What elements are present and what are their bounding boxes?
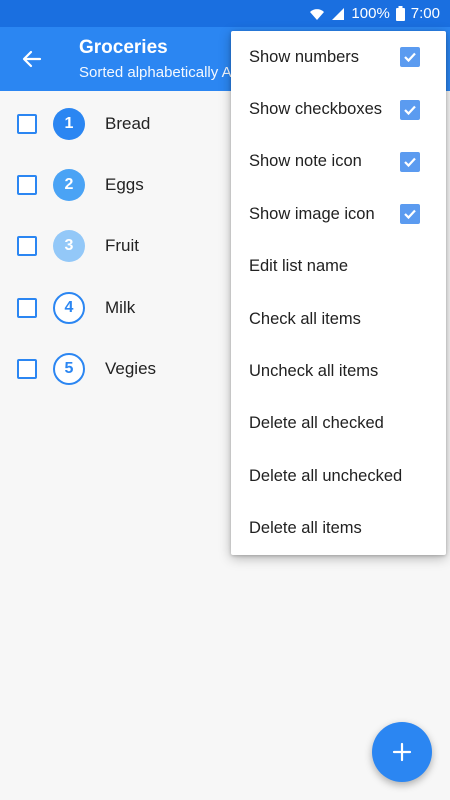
arrow-left-icon — [22, 50, 42, 68]
menu-item-delete-all[interactable]: Delete all items — [231, 503, 446, 555]
menu-item-show-numbers[interactable]: Show numbers — [231, 31, 446, 83]
wifi-icon — [309, 7, 325, 21]
item-checkbox[interactable] — [17, 236, 37, 257]
checkbox-checked-icon[interactable] — [400, 99, 420, 120]
menu-item-delete-checked[interactable]: Delete all checked — [231, 398, 446, 450]
clock: 7:00 — [410, 5, 440, 22]
item-label: Bread — [105, 113, 151, 133]
menu-item-label: Show note icon — [249, 152, 362, 171]
menu-item-label: Delete all unchecked — [249, 466, 403, 485]
item-checkbox[interactable] — [17, 175, 37, 196]
menu-item-edit-list-name[interactable]: Edit list name — [231, 241, 446, 293]
item-number-badge: 5 — [53, 353, 85, 386]
menu-item-label: Edit list name — [249, 257, 349, 276]
item-checkbox[interactable] — [17, 359, 37, 380]
page-subtitle: Sorted alphabetically A — [79, 64, 232, 81]
menu-item-label: Delete all items — [249, 519, 362, 538]
item-number-badge: 1 — [53, 107, 85, 140]
item-label: Vegies — [105, 359, 157, 379]
menu-item-label: Uncheck all items — [249, 362, 379, 381]
menu-item-show-checkboxes[interactable]: Show checkboxes — [231, 83, 446, 135]
menu-item-show-image-icon[interactable]: Show image icon — [231, 188, 446, 240]
menu-item-label: Show checkboxes — [249, 100, 382, 119]
item-checkbox[interactable] — [17, 113, 37, 134]
menu-item-delete-unchecked[interactable]: Delete all unchecked — [231, 450, 446, 502]
checkbox-checked-icon[interactable] — [400, 204, 420, 225]
menu-item-label: Check all items — [249, 309, 361, 328]
menu-item-label: Show image icon — [249, 204, 375, 223]
item-number-badge: 3 — [53, 230, 85, 263]
item-number-badge: 4 — [53, 291, 85, 324]
item-label: Fruit — [105, 236, 139, 256]
menu-item-uncheck-all[interactable]: Uncheck all items — [231, 345, 446, 397]
menu-item-label: Show numbers — [249, 47, 360, 66]
menu-item-label: Delete all checked — [249, 414, 384, 433]
overflow-menu: Show numbers Show checkboxes Show note i… — [231, 31, 446, 555]
menu-item-check-all[interactable]: Check all items — [231, 293, 446, 345]
item-label: Eggs — [105, 175, 144, 195]
back-button[interactable] — [16, 43, 48, 75]
battery-percent: 100% — [351, 5, 390, 22]
page-title: Groceries — [79, 37, 168, 58]
status-bar: 100% 7:00 — [0, 0, 450, 27]
checkbox-checked-icon[interactable] — [400, 151, 420, 172]
battery-icon — [395, 6, 405, 21]
add-item-button[interactable] — [372, 722, 432, 782]
item-checkbox[interactable] — [17, 297, 37, 318]
plus-icon — [392, 742, 412, 762]
item-label: Milk — [105, 297, 136, 317]
checkbox-checked-icon[interactable] — [400, 47, 420, 68]
menu-item-show-note-icon[interactable]: Show note icon — [231, 136, 446, 188]
item-number-badge: 2 — [53, 169, 85, 202]
signal-icon — [331, 7, 345, 21]
